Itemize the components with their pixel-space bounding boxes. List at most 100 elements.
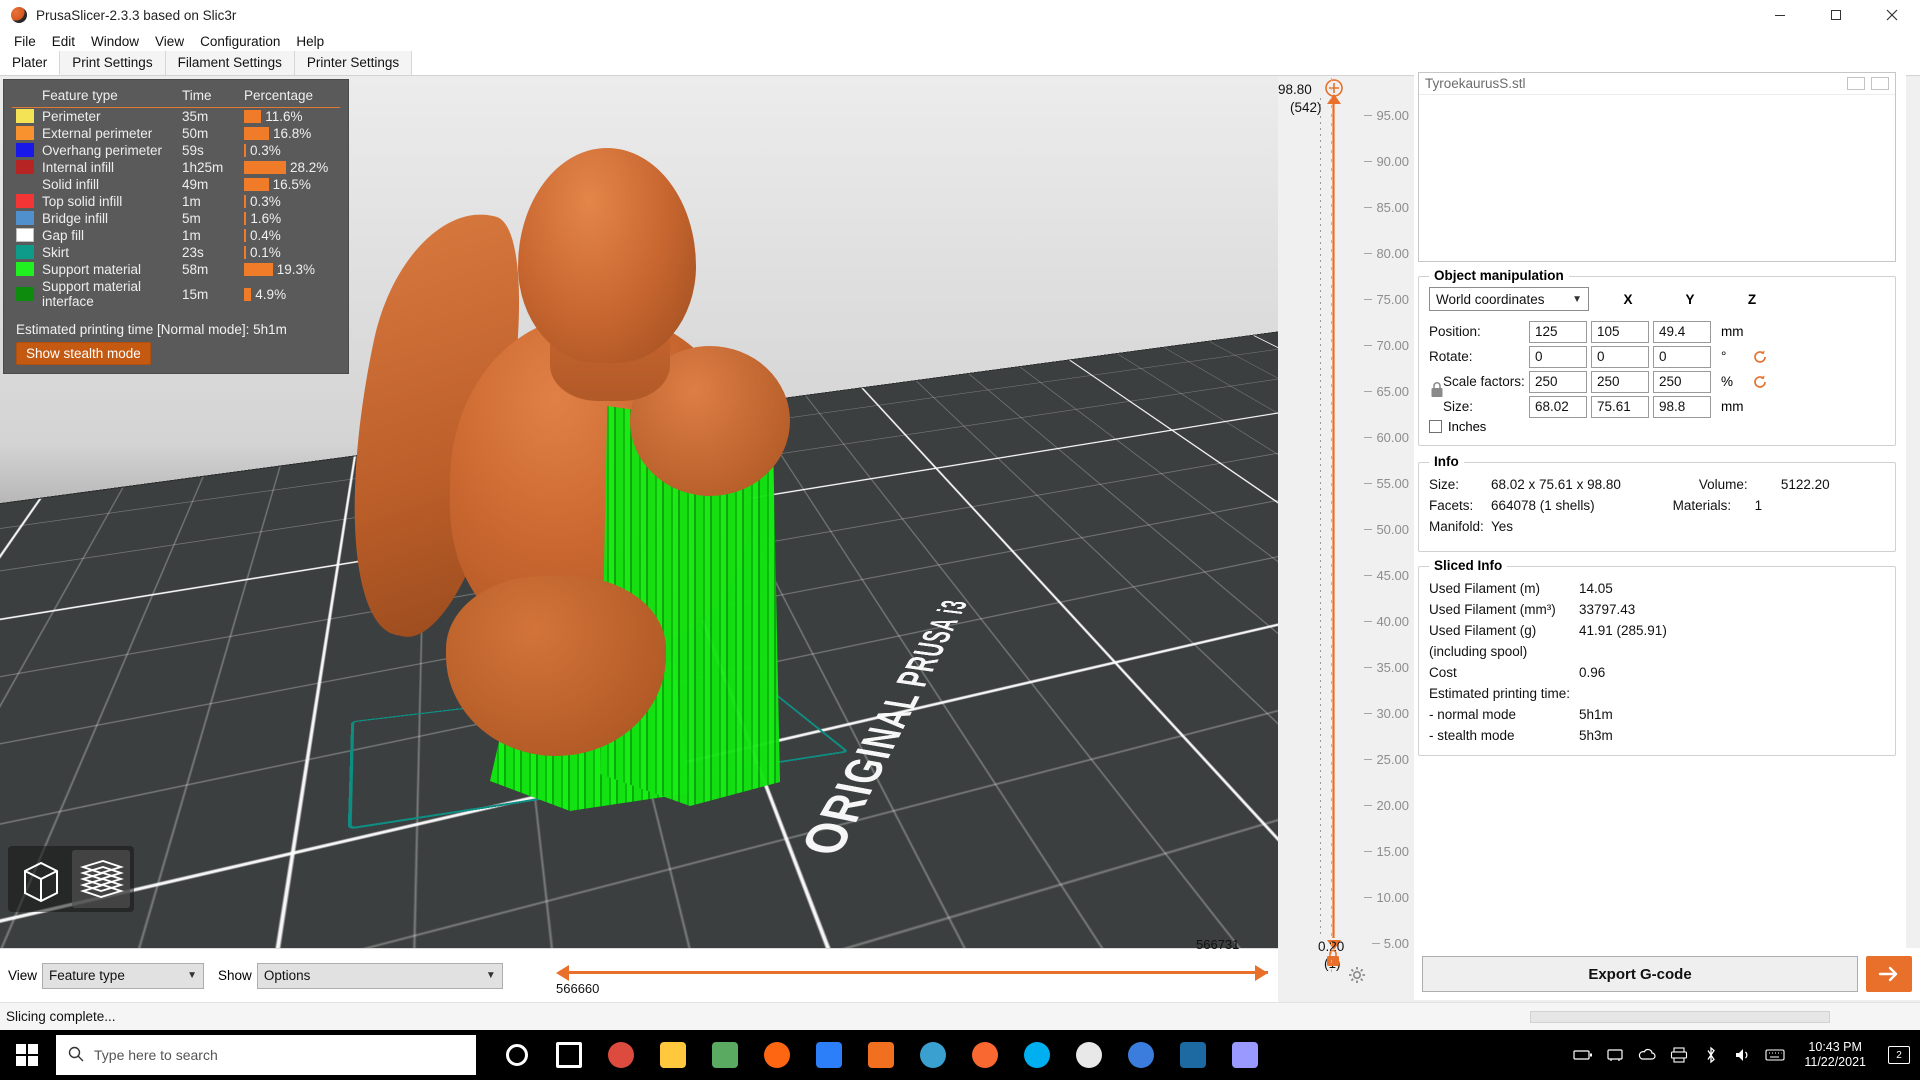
file-explorer-icon[interactable] bbox=[650, 1030, 696, 1080]
notification-center-icon[interactable]: 2 bbox=[1884, 1030, 1914, 1080]
info-manifold-row: Manifold: Yes bbox=[1429, 519, 1513, 534]
rotate-x-field[interactable]: 0 bbox=[1529, 345, 1587, 368]
sliced-model[interactable] bbox=[300, 116, 900, 830]
legend-color-swatch bbox=[12, 108, 38, 126]
rotate-y-field[interactable]: 0 bbox=[1591, 345, 1649, 368]
layer-slider[interactable]: 98.80 (542) 0.20 (1) bbox=[1278, 78, 1365, 990]
view-select[interactable]: Feature type ▼ bbox=[42, 962, 205, 989]
menu-window[interactable]: Window bbox=[83, 32, 147, 51]
object-manipulation-group: Object manipulation World coordinates ▼ … bbox=[1418, 268, 1896, 446]
info-group: Info Size: 68.02 x 75.61 x 98.80 Volume:… bbox=[1418, 454, 1896, 552]
menu-help[interactable]: Help bbox=[288, 32, 332, 51]
layer-top-value: 98.80 bbox=[1278, 82, 1312, 97]
recuva-icon[interactable] bbox=[910, 1030, 956, 1080]
prusaslicer-icon[interactable] bbox=[962, 1030, 1008, 1080]
z-ruler-tick: 90.00 bbox=[1364, 154, 1409, 169]
volume-icon[interactable] bbox=[1732, 1044, 1754, 1066]
battery-icon[interactable] bbox=[1572, 1044, 1594, 1066]
object-extruder-swatch[interactable] bbox=[1847, 77, 1865, 90]
send-to-printer-icon[interactable] bbox=[1866, 956, 1912, 992]
scale-x-field[interactable]: 250 bbox=[1529, 370, 1587, 393]
position-x-field[interactable]: 125 bbox=[1529, 320, 1587, 343]
onedrive-icon[interactable] bbox=[1636, 1044, 1658, 1066]
cube-icon[interactable] bbox=[12, 850, 70, 908]
size-z-field[interactable]: 98.8 bbox=[1653, 395, 1711, 418]
app-logo-icon bbox=[11, 7, 27, 23]
sliced-info-key: Used Filament (g) bbox=[1429, 623, 1537, 638]
show-stealth-mode-button[interactable]: Show stealth mode bbox=[16, 342, 151, 365]
object-list-row[interactable]: TyroekaurusS.stl bbox=[1419, 73, 1895, 95]
notification-count: 2 bbox=[1888, 1046, 1910, 1064]
position-z-field[interactable]: 49.4 bbox=[1653, 320, 1711, 343]
object-settings-swatch[interactable] bbox=[1871, 77, 1889, 90]
z-ruler-tick: 5.00 bbox=[1371, 936, 1409, 951]
hslider-left-handle[interactable] bbox=[556, 965, 569, 981]
video-editor-icon[interactable] bbox=[806, 1030, 852, 1080]
scale-y-field[interactable]: 250 bbox=[1591, 370, 1649, 393]
rotate-z-field[interactable]: 0 bbox=[1653, 345, 1711, 368]
reset-scale-icon[interactable] bbox=[1751, 373, 1769, 391]
menu-edit[interactable]: Edit bbox=[44, 32, 83, 51]
tab-plater[interactable]: Plater bbox=[0, 51, 61, 75]
info-manifold-label: Manifold: bbox=[1429, 519, 1484, 534]
object-list[interactable]: TyroekaurusS.stl bbox=[1418, 72, 1896, 262]
zoom-icon[interactable] bbox=[1066, 1030, 1112, 1080]
menu-bar: File Edit Window View Configuration Help bbox=[0, 30, 1920, 52]
legend-feature-time: 35m bbox=[182, 109, 209, 124]
coordinate-system-select[interactable]: World coordinates ▼ bbox=[1429, 287, 1589, 311]
firefox-icon[interactable] bbox=[754, 1030, 800, 1080]
chrome-icon[interactable] bbox=[598, 1030, 644, 1080]
ethernet-icon[interactable] bbox=[1604, 1044, 1626, 1066]
show-select[interactable]: Options ▼ bbox=[256, 962, 503, 989]
progress-bar bbox=[1530, 1011, 1830, 1023]
legend-feature-name: Perimeter bbox=[42, 109, 101, 124]
reset-rotation-icon[interactable] bbox=[1751, 348, 1769, 366]
hslider-track[interactable] bbox=[568, 971, 1268, 974]
sliced-info-key: Used Filament (mm³) bbox=[1429, 602, 1556, 617]
skype-icon[interactable] bbox=[1014, 1030, 1060, 1080]
size-y-field[interactable]: 75.61 bbox=[1591, 395, 1649, 418]
task-view-icon[interactable] bbox=[546, 1030, 592, 1080]
inches-checkbox-row[interactable]: Inches bbox=[1429, 419, 1486, 434]
taskbar-clock[interactable]: 10:43 PM 11/22/2021 bbox=[1796, 1040, 1874, 1070]
search-input[interactable]: Type here to search bbox=[56, 1035, 476, 1075]
inches-checkbox[interactable] bbox=[1429, 420, 1442, 433]
windows-start-icon[interactable] bbox=[0, 1030, 54, 1080]
premiere-icon[interactable] bbox=[1222, 1030, 1268, 1080]
add-color-change-icon[interactable] bbox=[1324, 78, 1344, 98]
info-facets-value: 664078 (1 shells) bbox=[1491, 498, 1595, 513]
ultimaker-cura-icon[interactable] bbox=[1170, 1030, 1216, 1080]
view-mode-toolbar bbox=[8, 846, 134, 912]
printer-tray-icon[interactable] bbox=[1668, 1044, 1690, 1066]
cortana-icon[interactable] bbox=[494, 1030, 540, 1080]
menu-file[interactable]: File bbox=[6, 32, 44, 51]
size-x-field[interactable]: 68.02 bbox=[1529, 395, 1587, 418]
export-gcode-button[interactable]: Export G-code bbox=[1422, 956, 1858, 992]
legend-row: External perimeter 50m 16.8% bbox=[12, 125, 340, 142]
rotate-unit: ° bbox=[1721, 349, 1727, 364]
layers-icon[interactable] bbox=[72, 850, 130, 908]
position-y-field[interactable]: 105 bbox=[1591, 320, 1649, 343]
hslider-right-handle[interactable] bbox=[1255, 965, 1268, 981]
maximize-button[interactable] bbox=[1808, 0, 1864, 30]
legend-color-swatch bbox=[12, 244, 38, 261]
foxit-reader-icon[interactable] bbox=[858, 1030, 904, 1080]
layer-slider-rail-core bbox=[1333, 98, 1334, 938]
tab-print-settings[interactable]: Print Settings bbox=[60, 51, 166, 75]
close-button[interactable] bbox=[1864, 0, 1920, 30]
bluetooth-icon[interactable] bbox=[1700, 1044, 1722, 1066]
legend-row: Top solid infill 1m 0.3% bbox=[12, 193, 340, 210]
scale-z-field[interactable]: 250 bbox=[1653, 370, 1711, 393]
menu-configuration[interactable]: Configuration bbox=[192, 32, 288, 51]
keyboard-layout-icon[interactable] bbox=[1764, 1044, 1786, 1066]
minimize-button[interactable] bbox=[1752, 0, 1808, 30]
lock-icon[interactable] bbox=[1324, 948, 1342, 968]
edge-icon[interactable] bbox=[1118, 1030, 1164, 1080]
prusaslicer-icon-glyph bbox=[972, 1042, 998, 1068]
menu-view[interactable]: View bbox=[147, 32, 192, 51]
horizontal-move-slider[interactable]: 566660 bbox=[556, 957, 1268, 996]
tab-printer-settings[interactable]: Printer Settings bbox=[294, 51, 413, 75]
legend-feature-name: Top solid infill bbox=[42, 194, 123, 209]
tab-filament-settings[interactable]: Filament Settings bbox=[165, 51, 295, 75]
calculator-icon[interactable] bbox=[702, 1030, 748, 1080]
